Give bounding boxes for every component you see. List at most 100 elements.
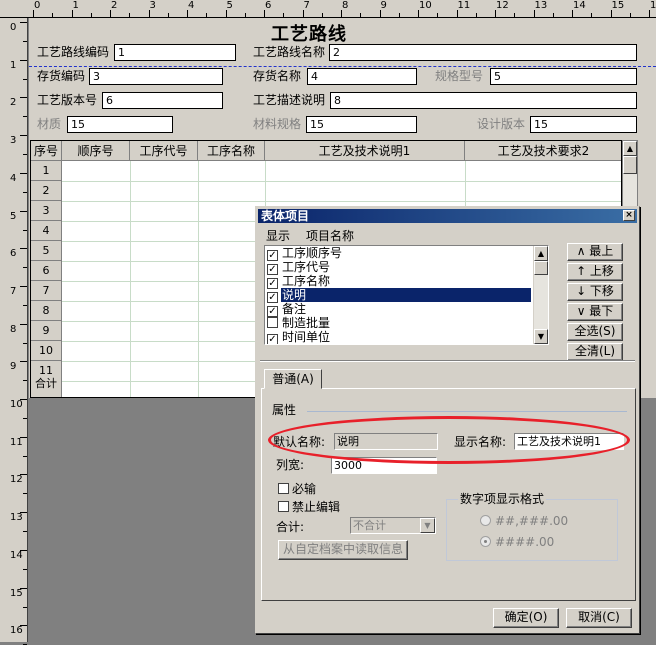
- ruler-tick: [23, 78, 27, 80]
- inventory-code-label[interactable]: 存货编码: [37, 69, 85, 84]
- design-version-field[interactable]: 15: [530, 116, 637, 133]
- ruler-tick: [23, 493, 27, 495]
- grid-header-tech-desc-1[interactable]: 工艺及技术说明1: [265, 141, 465, 161]
- route-code-field[interactable]: 1: [114, 44, 236, 61]
- scroll-down-arrow-icon[interactable]: ▼: [534, 329, 548, 344]
- column-width-field[interactable]: 3000: [331, 457, 437, 474]
- inventory-name-label[interactable]: 存货名称: [253, 69, 301, 84]
- list-header-show: 显示: [266, 229, 291, 243]
- list-item-selected[interactable]: ✓ 说明: [267, 288, 532, 303]
- body-items-list[interactable]: ✓ 工序顺序号 ✓ 工序代号 ✓ 工序名称 ✓ 说明 ✓ 备注 制造批量 ✓ 时间单位 ▲ …: [264, 245, 549, 345]
- desc-field[interactable]: 8: [330, 92, 637, 109]
- grid-row-number[interactable]: 1: [31, 161, 62, 181]
- ok-button[interactable]: 确定(O): [493, 608, 559, 628]
- ruler-tick: [110, 10, 111, 17]
- spec-field[interactable]: 5: [490, 68, 637, 85]
- display-name-field[interactable]: 工艺及技术说明1: [514, 433, 624, 450]
- grid-row-number[interactable]: 9: [31, 321, 62, 341]
- move-top-button[interactable]: ∧ 最上: [567, 243, 623, 261]
- ruler-tick: [90, 13, 92, 17]
- material-field[interactable]: 15: [67, 116, 173, 133]
- list-item-label: 备注: [282, 302, 307, 316]
- read-from-archive-button[interactable]: 从自定档案中读取信息: [278, 540, 408, 560]
- inventory-name-field[interactable]: 4: [307, 68, 417, 85]
- dialog-separator: [260, 360, 635, 362]
- ruler-tick: [20, 361, 27, 363]
- ruler-tick: [20, 436, 27, 438]
- ruler-tick: [20, 474, 27, 476]
- checkbox-checked-icon[interactable]: ✓: [267, 334, 278, 344]
- format-option-2[interactable]: ####.00: [480, 535, 554, 549]
- route-name-field[interactable]: 2: [329, 44, 637, 61]
- version-field[interactable]: 6: [102, 92, 223, 109]
- grid-row-number[interactable]: 6: [31, 261, 62, 281]
- no-edit-checkbox[interactable]: 禁止编辑: [278, 500, 340, 514]
- ruler-tick: [20, 512, 27, 514]
- body-items-dialog: 表体项目 × 显示 项目名称 ✓ 工序顺序号 ✓ 工序代号 ✓ 工序名称 ✓ 说明 ✓ 备…: [255, 206, 640, 634]
- spec-label[interactable]: 规格型号: [435, 69, 483, 84]
- chevron-down-icon[interactable]: ▼: [420, 518, 435, 533]
- tab-general[interactable]: 普通(A): [264, 369, 322, 389]
- grid-row-number[interactable]: 5: [31, 241, 62, 261]
- scroll-thumb[interactable]: [623, 156, 637, 174]
- grid-header-process-name[interactable]: 工序名称: [198, 141, 265, 161]
- checkbox-unchecked-icon[interactable]: [278, 501, 289, 512]
- move-up-button[interactable]: ↑ 上移: [567, 263, 623, 281]
- scroll-up-arrow-icon[interactable]: ▲: [534, 246, 548, 261]
- material-label[interactable]: 材质: [37, 117, 61, 132]
- grid-header-seq[interactable]: 序号: [31, 141, 62, 161]
- cancel-button[interactable]: 取消(C): [566, 608, 632, 628]
- ruler-tick: [23, 229, 27, 231]
- ruler-tick: [437, 13, 438, 17]
- checkbox-unchecked-icon[interactable]: [278, 483, 289, 494]
- list-item[interactable]: ✓ 备注: [267, 302, 532, 317]
- move-bottom-button[interactable]: ∨ 最下: [567, 303, 623, 321]
- ruler-label: 0: [34, 0, 41, 11]
- ruler-tick: [20, 248, 27, 250]
- desc-label[interactable]: 工艺描述说明: [253, 93, 325, 108]
- route-code-label[interactable]: 工艺路线编码: [37, 45, 109, 60]
- grid-row-number[interactable]: 2: [31, 181, 62, 201]
- material-spec-field[interactable]: 15: [306, 116, 417, 133]
- list-item[interactable]: ✓ 时间单位: [267, 330, 532, 344]
- dialog-titlebar[interactable]: 表体项目 ×: [258, 209, 637, 223]
- ruler-tick: [23, 304, 27, 306]
- list-item[interactable]: ✓ 工序顺序号: [267, 246, 532, 261]
- sum-select[interactable]: 不合计 ▼: [350, 517, 436, 534]
- grid-row-number[interactable]: 8: [31, 301, 62, 321]
- grid-header-tech-req-2[interactable]: 工艺及技术要求2: [465, 141, 621, 161]
- design-version-label[interactable]: 设计版本: [477, 117, 525, 132]
- clear-all-button[interactable]: 全清(L): [567, 343, 623, 361]
- material-spec-label[interactable]: 材料规格: [253, 117, 301, 132]
- radio-unselected-icon[interactable]: [480, 515, 491, 526]
- version-label[interactable]: 工艺版本号: [37, 93, 97, 108]
- grid-total-label: 合计: [31, 375, 62, 397]
- grid-row-number[interactable]: 4: [31, 221, 62, 241]
- list-item[interactable]: ✓ 工序代号: [267, 260, 532, 275]
- grid-header-order[interactable]: 顺序号: [62, 141, 130, 161]
- scroll-thumb[interactable]: [534, 261, 548, 275]
- inventory-code-field[interactable]: 3: [89, 68, 223, 85]
- grid-row-number[interactable]: 3: [31, 201, 62, 221]
- dialog-title: 表体项目: [261, 209, 310, 223]
- form-title[interactable]: 工艺路线: [271, 20, 347, 46]
- list-item[interactable]: ✓ 工序名称: [267, 274, 532, 289]
- list-item[interactable]: 制造批量: [267, 316, 532, 330]
- format-option-1[interactable]: ##,###.00: [480, 514, 568, 528]
- radio-selected-icon[interactable]: [480, 536, 491, 547]
- route-name-label[interactable]: 工艺路线名称: [253, 45, 325, 60]
- list-vertical-scrollbar[interactable]: ▲ ▼: [533, 246, 548, 344]
- select-all-button[interactable]: 全选(S): [567, 323, 623, 341]
- close-icon[interactable]: ×: [623, 210, 635, 221]
- scroll-up-arrow-icon[interactable]: ▲: [623, 141, 637, 156]
- grid-header-process-code[interactable]: 工序代号: [130, 141, 198, 161]
- ruler-label: 7: [10, 285, 17, 297]
- ruler-label: 11: [10, 436, 23, 448]
- required-checkbox[interactable]: 必输: [278, 482, 316, 496]
- grid-row-number[interactable]: 7: [31, 281, 62, 301]
- ruler-tick: [23, 267, 27, 269]
- move-down-button[interactable]: ↓ 下移: [567, 283, 623, 301]
- ruler-tick: [23, 418, 27, 419]
- checkbox-unchecked-icon[interactable]: [267, 317, 278, 328]
- grid-row-number[interactable]: 10: [31, 341, 62, 361]
